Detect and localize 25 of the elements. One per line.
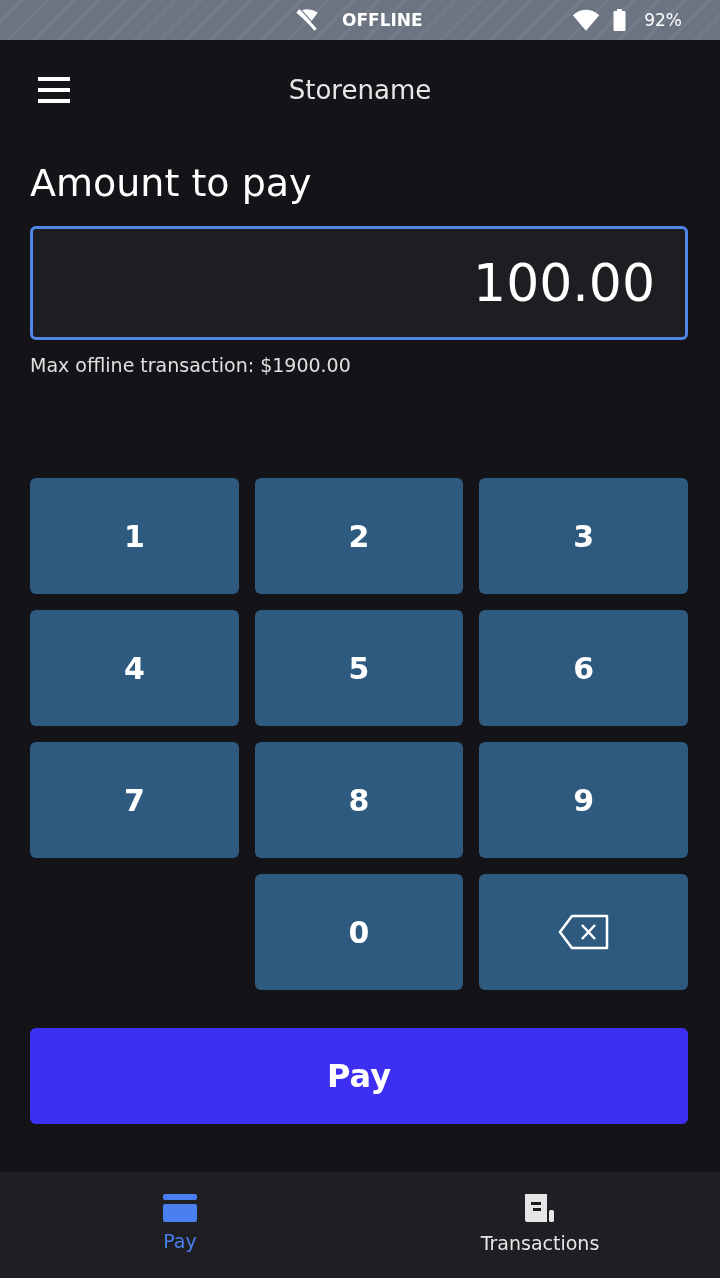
receipt-icon: [523, 1191, 557, 1224]
digit-key[interactable]: 7: [30, 742, 239, 858]
digit-key[interactable]: 0: [254, 874, 464, 990]
digit-key[interactable]: 1: [30, 478, 239, 594]
digit-key[interactable]: 5: [254, 610, 464, 726]
menu-icon[interactable]: [38, 77, 70, 103]
amount-field[interactable]: 100.00: [30, 226, 688, 340]
max-transaction-note: Max offline transaction: $1900.00: [30, 354, 352, 378]
pay-button[interactable]: Pay: [30, 1028, 688, 1124]
digit-key[interactable]: 3: [479, 478, 688, 594]
amount-label: Amount to pay: [30, 160, 313, 207]
battery-icon: [613, 9, 627, 31]
store-name: Storename: [288, 75, 432, 105]
backspace-icon: [557, 914, 610, 950]
battery-percent: 92%: [644, 10, 682, 30]
digit-key[interactable]: 8: [254, 742, 464, 858]
network-status: OFFLINE: [342, 10, 423, 30]
nav-tab[interactable]: Pay: [0, 1172, 360, 1278]
nav-tab[interactable]: Transactions: [360, 1172, 720, 1278]
digit-key[interactable]: 9: [479, 742, 688, 858]
digit-key[interactable]: 2: [254, 478, 464, 594]
wifi-icon: [571, 8, 602, 32]
card-icon: [163, 1193, 197, 1222]
digit-key[interactable]: 4: [30, 610, 239, 726]
digit-key[interactable]: 6: [479, 610, 688, 726]
